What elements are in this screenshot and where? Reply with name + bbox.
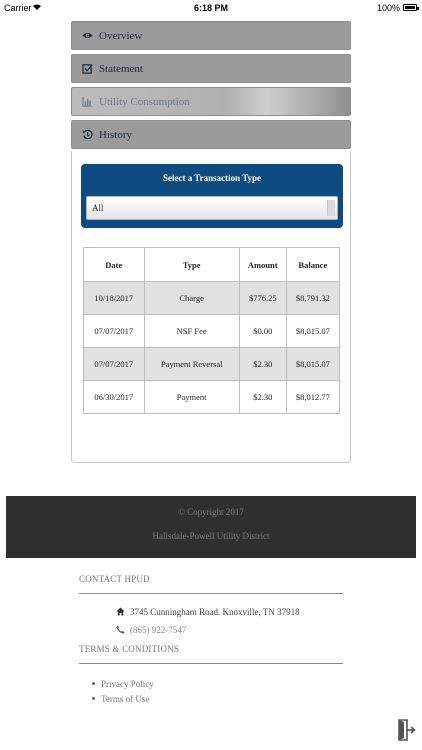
bullet-icon [92,682,95,685]
checkbox-icon [80,62,94,76]
cell-type: Payment Reversal [143,347,240,381]
privacy-policy-link[interactable]: Privacy Policy [92,676,154,691]
contact-heading: CONTACT HPUD [79,574,150,584]
divider [79,593,343,594]
transaction-filter: Select a Transaction Type All [81,164,343,228]
table-row: 07/07/2017 NSF Fee $0.00 $8,015.07 [83,314,341,348]
phone-icon [116,625,126,635]
cell-balance: $8,015.07 [285,314,341,348]
cell-type: Payment [143,380,240,414]
transaction-type-select[interactable]: All [86,196,338,220]
cell-amount: $0.00 [238,314,287,348]
cell-date: 10/18/2017 [83,281,145,315]
phone-text: (865) 922-7547 [130,625,187,635]
eye-icon [80,29,94,43]
contact-section: CONTACT HPUD 3745 Cunningham Road. Knoxv… [79,574,343,635]
table-header-row: Date Type Amount Balance [83,247,341,282]
tab-statement[interactable]: Statement [71,54,351,83]
clock: 6:18 PM [193,3,228,13]
link-label: Terms of Use [101,693,150,704]
cell-type: Charge [143,281,240,315]
cell-date: 06/30/2017 [83,380,145,414]
column-header-type[interactable]: Type [143,247,240,282]
column-header-amount[interactable]: Amount [238,247,287,282]
cell-amount: $2.30 [238,347,287,381]
cell-type: NSF Fee [143,314,240,348]
tab-label: Utility Consumption [99,95,190,108]
tab-utility-consumption[interactable]: Utility Consumption [71,87,351,116]
address-line: 3745 Cunningham Road. Knoxville, TN 3791… [116,607,300,617]
cell-balance: $8,791.32 [285,281,341,315]
logout-button[interactable] [398,718,416,742]
tab-label: Overview [99,29,143,42]
copyright-text: © Copyright 2017 [178,507,244,517]
account-tabs: Overview Statement Utility Consumption H… [71,21,351,153]
dropdown-arrow-icon [327,200,335,216]
bar-chart-icon [80,95,94,109]
selected-transaction-type: All [92,203,104,213]
cell-date: 07/07/2017 [83,347,145,381]
phone-line[interactable]: (865) 922-7547 [116,625,186,635]
history-panel: Select a Transaction Type All Date Type … [71,151,351,463]
link-label: Privacy Policy [101,678,154,689]
cell-date: 07/07/2017 [83,314,145,348]
transactions-table: Date Type Amount Balance 10/18/2017 Char… [83,247,341,414]
column-header-date[interactable]: Date [83,247,145,282]
history-icon [80,128,94,142]
status-bar: Carrier 6:18 PM 100% [0,0,422,16]
logout-icon [398,719,416,746]
site-footer: © Copyright 2017 Hallsdale-Powell Utilit… [6,496,416,558]
cell-amount: $776.25 [238,281,287,315]
filter-title: Select a Transaction Type [162,173,262,183]
home-icon [116,607,126,617]
column-header-balance[interactable]: Balance [285,247,341,282]
cell-balance: $8,012.77 [285,380,341,414]
tab-label: History [99,128,132,141]
terms-links: Privacy Policy Terms of Use [92,676,154,706]
tab-history[interactable]: History [71,120,351,149]
terms-of-use-link[interactable]: Terms of Use [92,691,154,706]
cell-amount: $2.30 [238,380,287,414]
terms-section: TERMS & CONDITIONS Privacy Policy Terms … [79,644,343,704]
battery-percentage: 100% [376,3,400,13]
organization-name: Hallsdale-Powell Utility District [152,531,270,541]
cell-balance: $8,015.07 [285,347,341,381]
table-row: 10/18/2017 Charge $776.25 $8,791.32 [83,281,341,315]
tab-overview[interactable]: Overview [71,21,351,50]
bullet-icon [92,697,95,700]
battery-icon [403,4,419,11]
table-row: 07/07/2017 Payment Reversal $2.30 $8,015… [83,347,341,381]
divider [79,663,343,664]
table-row: 06/30/2017 Payment $2.30 $8,012.77 [83,380,341,414]
terms-heading: TERMS & CONDITIONS [79,644,180,654]
address-text: 3745 Cunningham Road. Knoxville, TN 3791… [130,607,300,617]
tab-label: Statement [99,62,143,75]
